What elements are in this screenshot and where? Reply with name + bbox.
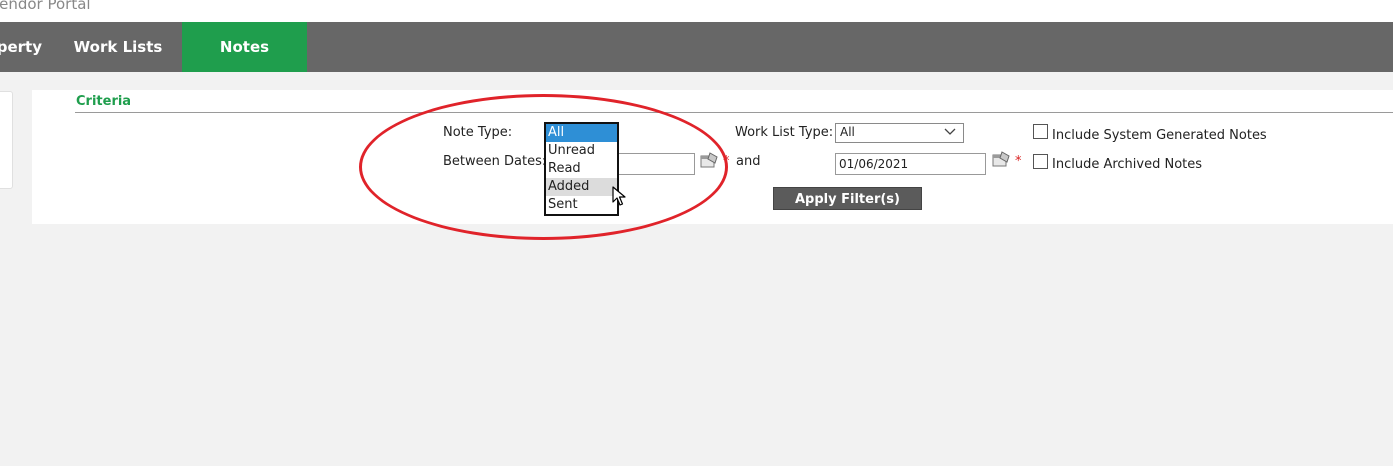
include-archived-label: Include Archived Notes bbox=[1052, 157, 1203, 172]
required-asterisk: * bbox=[723, 154, 730, 169]
end-date-input[interactable] bbox=[835, 153, 986, 175]
note-type-option[interactable]: Sent bbox=[546, 196, 617, 214]
include-system-label: Include System Generated Notes bbox=[1052, 128, 1267, 143]
work-list-type-label: Work List Type: bbox=[735, 125, 834, 140]
note-type-option[interactable]: Read bbox=[546, 160, 617, 178]
note-type-label: Note Type: bbox=[443, 125, 513, 140]
note-type-option[interactable]: Unread bbox=[546, 142, 617, 160]
criteria-panel: Criteria Note Type: Between Dates: * and… bbox=[32, 90, 1393, 224]
note-type-listbox[interactable]: All Unread Read Added Sent bbox=[544, 122, 619, 216]
calendar-icon[interactable] bbox=[991, 150, 1011, 168]
work-list-type-value: All bbox=[840, 125, 855, 139]
note-type-option[interactable]: All bbox=[546, 124, 617, 142]
calendar-icon[interactable] bbox=[699, 151, 719, 169]
chevron-down-icon bbox=[944, 128, 956, 135]
required-asterisk: * bbox=[1015, 154, 1022, 169]
criteria-divider bbox=[75, 112, 1393, 113]
work-list-type-select[interactable]: All bbox=[835, 123, 964, 143]
apply-filters-button[interactable]: Apply Filter(s) bbox=[773, 187, 922, 210]
main-nav: Property Work Lists Notes bbox=[0, 22, 1393, 72]
and-label: and bbox=[736, 154, 761, 169]
criteria-heading: Criteria bbox=[76, 94, 132, 109]
left-side-panel bbox=[0, 91, 13, 189]
top-bar: Vendor Portal bbox=[0, 0, 1393, 22]
nav-tab-work-lists[interactable]: Work Lists bbox=[54, 22, 182, 72]
nav-tab-notes[interactable]: Notes bbox=[182, 22, 307, 72]
note-type-option[interactable]: Added bbox=[546, 178, 617, 196]
between-dates-label: Between Dates: bbox=[443, 154, 547, 169]
start-date-input[interactable] bbox=[612, 153, 695, 175]
app-title: Vendor Portal bbox=[0, 0, 91, 13]
nav-tab-property[interactable]: Property bbox=[0, 22, 54, 72]
include-archived-checkbox[interactable] bbox=[1033, 154, 1048, 169]
include-system-checkbox[interactable] bbox=[1033, 124, 1048, 139]
